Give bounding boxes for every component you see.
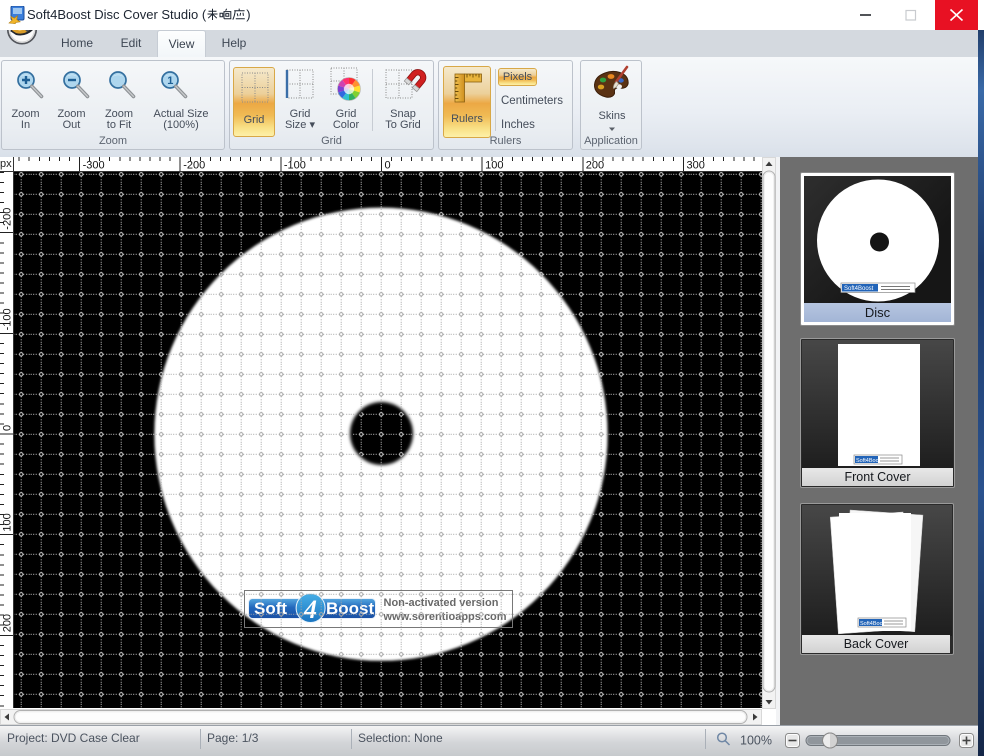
svg-text:0: 0 <box>385 160 391 172</box>
svg-text:-100: -100 <box>2 308 14 330</box>
svg-text:-200: -200 <box>183 160 205 172</box>
svg-text:-200: -200 <box>2 208 14 230</box>
svg-text:Soft4Boost: Soft4Boost <box>856 458 883 464</box>
svg-text:-300: -300 <box>83 160 105 172</box>
svg-text:200: 200 <box>586 160 604 172</box>
svg-text:Soft4Boost: Soft4Boost <box>860 621 887 627</box>
svg-text:200: 200 <box>2 614 14 632</box>
svg-text:100%: 100% <box>740 734 772 748</box>
svg-text:100: 100 <box>2 513 14 531</box>
svg-text:100: 100 <box>485 160 503 172</box>
svg-text:-100: -100 <box>284 160 306 172</box>
svg-text:1: 1 <box>167 75 173 87</box>
svg-text:0: 0 <box>2 425 14 431</box>
svg-text:Soft4Boost: Soft4Boost <box>844 286 874 292</box>
svg-text:300: 300 <box>687 160 705 172</box>
